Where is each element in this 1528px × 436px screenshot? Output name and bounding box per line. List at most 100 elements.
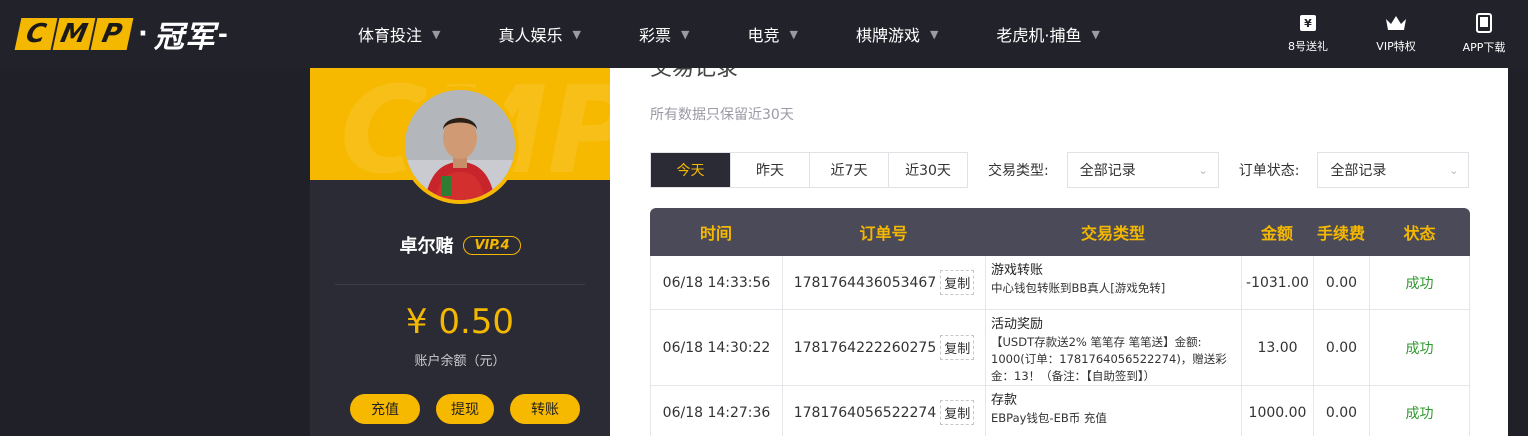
withdraw-button[interactable]: 提现 — [436, 394, 494, 424]
period-7days-button[interactable]: 近7天 — [809, 153, 888, 187]
column-header-type: 交易类型 — [1080, 224, 1145, 243]
cell-time: 06/18 14:30:22 — [650, 310, 782, 385]
cell-type: 游戏转账 中心钱包转账到BB真人[游戏免转] — [985, 256, 1241, 309]
profile-panel: CMP 卓尔赌 VIP.4 ¥ 0.50 账户余额（元） 充值 提现 转账 — [310, 68, 610, 436]
type-description: 【USDT存款送2% 笔笔存 笔笔送】金额: 1000(订单：178176405… — [991, 335, 1227, 383]
header-shortcuts: ¥ 8号送礼 VIP特权 APP下载 — [1264, 0, 1528, 68]
chevron-down-icon: ⌄ — [1198, 163, 1208, 177]
period-today-button[interactable]: 今天 — [651, 153, 730, 187]
copy-button[interactable]: 复制 — [940, 400, 975, 425]
order-status-label: 订单状态: — [1238, 163, 1300, 179]
phone-icon — [1476, 13, 1492, 33]
cell-fee: 0.00 — [1313, 256, 1369, 309]
period-selector: 今天 昨天 近7天 近30天 — [650, 152, 968, 188]
cell-order: 1781764436053467 复制 — [782, 256, 985, 309]
table-header: 时间 订单号 交易类型 金额 手续费 状态 — [650, 208, 1470, 256]
avatar-photo-icon — [405, 90, 515, 200]
svg-text:¥: ¥ — [1304, 17, 1312, 30]
cell-status: 成功 — [1369, 256, 1470, 309]
column-header-status: 状态 — [1403, 224, 1436, 243]
table-row: 06/18 14:30:22 1781764222260275 复制 活动奖励 … — [650, 310, 1470, 386]
shortcut-label: APP下载 — [1462, 41, 1506, 54]
avatar[interactable] — [401, 86, 519, 204]
logo-dot: · — [138, 19, 148, 49]
nav-item-lottery[interactable]: 彩票 ▼ — [639, 0, 689, 68]
nav-label: 真人娱乐 — [498, 26, 563, 45]
chevron-down-icon: ▼ — [432, 27, 441, 41]
shortcut-label: VIP特权 — [1376, 40, 1416, 53]
column-header-order: 订单号 — [859, 224, 908, 243]
cell-amount: -1031.00 — [1241, 256, 1313, 309]
cell-amount: 13.00 — [1241, 310, 1313, 385]
order-number: 1781764222260275 — [793, 339, 937, 356]
cell-type: 存款 EBPay钱包-EB币 充值 — [985, 386, 1241, 436]
copy-button[interactable]: 复制 — [940, 270, 975, 295]
select-value: 全部记录 — [1079, 163, 1136, 179]
logo-letter: M — [52, 18, 96, 50]
app-download-shortcut[interactable]: APP下载 — [1440, 0, 1528, 68]
period-30days-button[interactable]: 近30天 — [888, 153, 967, 187]
retention-notice: 所有数据只保留近30天 — [650, 107, 794, 123]
cell-amount: 1000.00 — [1241, 386, 1313, 436]
cell-fee: 0.00 — [1313, 310, 1369, 385]
avatar-image — [405, 90, 515, 200]
type-description: EBPay钱包-EB币 充值 — [991, 411, 1107, 425]
order-number: 1781764436053467 — [793, 274, 937, 291]
account-balance: ¥ 0.50 — [405, 302, 515, 342]
cell-order: 1781764222260275 复制 — [782, 310, 985, 385]
cell-time: 06/18 14:33:56 — [650, 256, 782, 309]
brand-logo[interactable]: C M P · 冠军 - — [14, 16, 228, 55]
divider — [335, 284, 585, 285]
username: 卓尔赌 — [399, 236, 454, 257]
main-nav: 体育投注 ▼ 真人娱乐 ▼ 彩票 ▼ 电竞 ▼ 棋牌游戏 ▼ 老虎机·捕鱼 ▼ — [358, 0, 1158, 68]
cell-status: 成功 — [1369, 310, 1470, 385]
nav-item-live-casino[interactable]: 真人娱乐 ▼ — [498, 0, 580, 68]
column-header-amount: 金额 — [1260, 224, 1293, 243]
nav-item-esports[interactable]: 电竞 ▼ — [747, 0, 797, 68]
logo-letter: P — [90, 18, 134, 50]
vip-shortcut[interactable]: VIP特权 — [1352, 0, 1440, 68]
gift-card-icon: ¥ — [1300, 15, 1316, 31]
gift-shortcut[interactable]: ¥ 8号送礼 — [1264, 0, 1352, 68]
type-title: 存款 — [991, 393, 1018, 408]
page-title: 交易记录 — [650, 68, 739, 81]
transaction-type-label: 交易类型: — [988, 163, 1049, 179]
nav-label: 老虎机·捕鱼 — [996, 26, 1082, 45]
cell-type: 活动奖励 【USDT存款送2% 笔笔存 笔笔送】金额: 1000(订单：1781… — [985, 310, 1241, 385]
status-badge: 成功 — [1405, 405, 1434, 422]
cell-order: 1781764056522274 复制 — [782, 386, 985, 436]
column-header-time: 时间 — [699, 224, 732, 243]
column-header-fee: 手续费 — [1316, 224, 1365, 243]
vip-level-badge: VIP.4 — [463, 235, 521, 255]
logo-letter: C — [14, 18, 58, 50]
nav-item-sports[interactable]: 体育投注 ▼ — [358, 0, 440, 68]
chevron-down-icon: ▼ — [789, 27, 798, 41]
transfer-button[interactable]: 转账 — [510, 394, 580, 424]
order-status-select[interactable]: 全部记录 ⌄ — [1317, 152, 1470, 188]
nav-item-board-games[interactable]: 棋牌游戏 ▼ — [856, 0, 938, 68]
type-title: 游戏转账 — [991, 263, 1044, 278]
table-row: 06/18 14:33:56 1781764436053467 复制 游戏转账 … — [650, 256, 1470, 310]
shortcut-label: 8号送礼 — [1288, 40, 1328, 53]
status-badge: 成功 — [1405, 275, 1434, 292]
transactions-table: 时间 订单号 交易类型 金额 手续费 状态 06/18 14:33:56 178… — [650, 208, 1470, 436]
status-badge: 成功 — [1405, 340, 1434, 357]
nav-label: 棋牌游戏 — [855, 26, 920, 45]
deposit-button[interactable]: 充值 — [350, 394, 420, 424]
copy-button[interactable]: 复制 — [940, 335, 975, 360]
transaction-records-panel: 交易记录 所有数据只保留近30天 今天 昨天 近7天 近30天 交易类型: 全部… — [610, 68, 1508, 436]
nav-label: 体育投注 — [358, 26, 423, 45]
transaction-type-select[interactable]: 全部记录 ⌄ — [1066, 152, 1219, 188]
period-yesterday-button[interactable]: 昨天 — [730, 153, 809, 187]
chevron-down-icon: ▼ — [572, 27, 581, 41]
type-title: 活动奖励 — [991, 317, 1044, 332]
cell-time: 06/18 14:27:36 — [650, 386, 782, 436]
username-row: 卓尔赌 VIP.4 — [310, 232, 610, 258]
nav-item-slots-fishing[interactable]: 老虎机·捕鱼 ▼ — [996, 0, 1100, 68]
chevron-down-icon: ⌄ — [1449, 163, 1459, 177]
cell-fee: 0.00 — [1313, 386, 1369, 436]
crown-icon — [1386, 16, 1406, 30]
nav-label: 彩票 — [638, 26, 671, 45]
logo-chinese-name: 冠军 — [153, 20, 216, 55]
chevron-down-icon: ▼ — [929, 27, 939, 41]
